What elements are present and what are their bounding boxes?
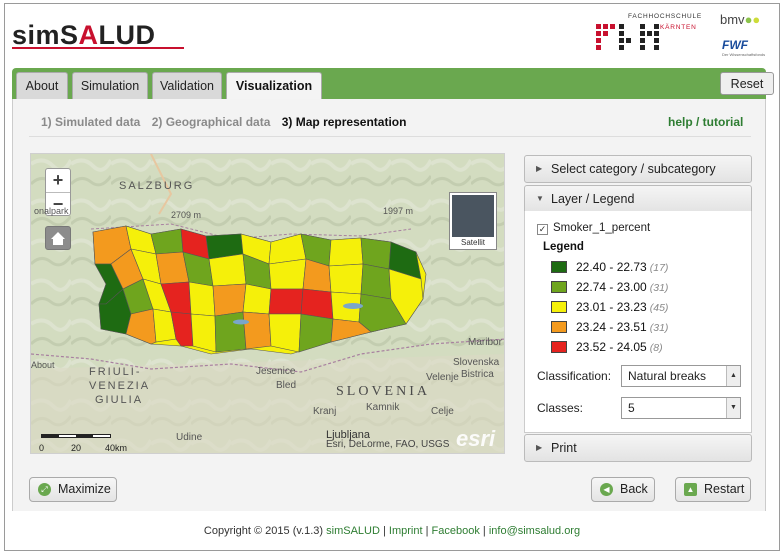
legend-swatch [551, 261, 567, 273]
esri-logo: esri [456, 426, 496, 451]
place-kranj: Kranj [313, 406, 337, 417]
fh-name-line1: FACHHOCHSCHULE [628, 13, 703, 20]
place-bled: Bled [276, 380, 297, 391]
back-arrow-icon: ◀ [600, 483, 613, 496]
legend-swatch [551, 281, 567, 293]
layer-checkbox[interactable]: ✓ [537, 224, 548, 235]
caret-right-icon: ▶ [536, 164, 543, 173]
select-arrow-icon: ▲ [726, 366, 740, 386]
zoom-in-button[interactable]: + [46, 169, 70, 192]
back-button[interactable]: ◀ Back [591, 477, 655, 502]
place-slovenia: SLOVENIA [336, 384, 430, 399]
restart-button[interactable]: ▲ Restart [675, 477, 751, 502]
fwf-subtitle: Der Wissenschaftsfonds [722, 52, 766, 57]
place-friuli: FRIULI- [89, 366, 142, 378]
place-giulia: GIULIA [95, 394, 144, 406]
legend-swatch [551, 301, 567, 313]
footer: Copyright © 2015 (v.1.3) simSALUD | Impr… [203, 525, 581, 537]
footer-link-imprint[interactable]: Imprint [389, 525, 423, 537]
restart-icon: ▲ [684, 483, 697, 496]
classes-label: Classes: [537, 401, 584, 415]
fwf-logo: FWF [722, 38, 748, 52]
place-udine: Udine [176, 432, 203, 443]
caret-right-icon: ▶ [536, 443, 543, 452]
map-attribution: Esri, DeLorme, FAO, USGS [326, 439, 450, 450]
classification-label: Classification: [537, 369, 612, 383]
choropleth-map[interactable]: + − Satellit SALZBURG 2709 m 1997 m onal… [30, 153, 505, 454]
basemap-switcher[interactable]: Satellit [449, 192, 497, 250]
step-breadcrumb: 1) Simulated data 2) Geographical data 3… [41, 115, 414, 129]
scale-label-40: 40km [105, 443, 128, 453]
tab-visualization[interactable]: Visualization [226, 72, 322, 99]
fh-name-line2: KÄRNTEN [660, 24, 697, 31]
step-simulated-data[interactable]: 1) Simulated data [41, 115, 140, 129]
home-button[interactable] [45, 226, 71, 250]
classes-select[interactable]: 5 ▼ [621, 397, 741, 419]
footer-link-facebook[interactable]: Facebook [432, 525, 480, 537]
place-bistrica: Bistrica [461, 369, 494, 380]
place-slovenska: Slovenska [453, 357, 500, 368]
scale-label-0: 0 [39, 443, 45, 453]
main-tab-bar: About Simulation Validation Visualizatio… [12, 68, 774, 99]
help-tutorial-link[interactable]: help / tutorial [668, 115, 743, 129]
place-onalpark: onalpark [34, 206, 69, 216]
scale-label-20: 20 [71, 443, 82, 453]
copyright-text: Copyright © 2015 (v.1.3) [203, 525, 324, 537]
legend-swatch [551, 321, 567, 333]
place-elevation-1: 2709 m [171, 210, 202, 220]
select-arrow-icon: ▼ [726, 398, 740, 418]
tab-validation[interactable]: Validation [152, 72, 222, 99]
category-accordion-header[interactable]: ▶ Select category / subcategory [524, 155, 752, 183]
satellite-thumbnail [452, 195, 494, 237]
maximize-icon: ⤢ [38, 483, 51, 496]
legend-swatch [551, 341, 567, 353]
step-map-representation: 3) Map representation [281, 115, 407, 129]
place-maribor: Maribor [468, 337, 502, 348]
simsalud-logo: simSALUD [12, 20, 184, 54]
layer-legend-panel: ✓ Smoker_1_percent Legend 22.40 - 22.73(… [524, 211, 752, 433]
place-about: About [31, 360, 55, 370]
classification-select[interactable]: Natural breaks ▲ [621, 365, 741, 387]
place-celje: Celje [431, 406, 454, 417]
maximize-button[interactable]: ⤢ Maximize [29, 477, 117, 502]
place-celje-upper: Velenje [426, 372, 459, 383]
layer-name: Smoker_1_percent [553, 222, 651, 234]
place-jesenice: Jesenice [256, 366, 296, 377]
tab-about[interactable]: About [16, 72, 68, 99]
caret-down-icon: ▼ [536, 194, 544, 203]
visualization-panel: 1) Simulated data 2) Geographical data 3… [12, 99, 766, 511]
footer-link-simsalud[interactable]: simSALUD [326, 525, 380, 537]
reset-button[interactable]: Reset [720, 72, 774, 95]
legend-title: Legend [543, 241, 584, 253]
bmvit-logo: bmv●● [720, 12, 761, 27]
place-elevation-2: 1997 m [383, 206, 414, 216]
map-scale-bar [41, 434, 111, 438]
satellite-label: Satellit [460, 238, 485, 247]
layer-legend-accordion-header[interactable]: ▼ Layer / Legend [524, 185, 752, 213]
steps-divider [29, 136, 751, 137]
place-venezia: VENEZIA [89, 380, 151, 392]
place-kamnik: Kamnik [366, 402, 400, 413]
logo-ekg-line [12, 47, 184, 49]
print-accordion-header[interactable]: ▶ Print [524, 434, 752, 462]
tab-simulation[interactable]: Simulation [72, 72, 148, 99]
home-icon [51, 232, 65, 245]
place-salzburg: SALZBURG [119, 180, 195, 192]
footer-link-email[interactable]: info@simsalud.org [489, 525, 580, 537]
step-geographical-data[interactable]: 2) Geographical data [152, 115, 271, 129]
